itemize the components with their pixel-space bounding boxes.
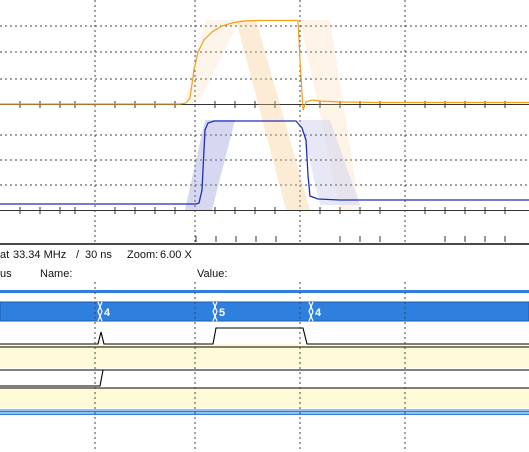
channel-2-trace [0,120,529,205]
scope-ticks [19,101,506,242]
panel-divider [0,243,529,245]
zoom-label: Zoom: [127,249,159,261]
timebase-period: 30 ns [85,249,112,261]
bus-row [0,301,529,322]
timebase-frequency: 33.34 MHz [13,249,67,261]
signal-line-1 [0,327,529,345]
bus-column-header: us [0,268,12,280]
oscilloscope-panel [0,0,529,242]
logic-analyzer-panel: 4 5 4 [0,282,529,452]
signal-line-4 [0,369,529,387]
signal-row-highlight-1 [0,344,529,368]
scope-display [0,0,529,242]
value-column-header: Value: [197,268,228,280]
bus-value-1: 4 [104,307,111,319]
name-column-header: Name: [40,268,73,280]
signal-row-highlight-2 [0,388,529,408]
timebase-bar: at 33.34 MHz / 30 ns Zoom: 6.00 X [0,246,529,264]
timebase-prefix: at [0,249,10,261]
bus-value-3: 4 [315,307,322,319]
signal-column-headers: us Name: Value: [0,266,529,282]
bus-value-2: 5 [219,307,225,319]
persistence-shadow [185,20,360,210]
zoom-value: 6.00 X [160,249,192,261]
bus-row-top-strip [0,290,529,293]
logic-waveforms: 4 5 4 [0,282,529,452]
